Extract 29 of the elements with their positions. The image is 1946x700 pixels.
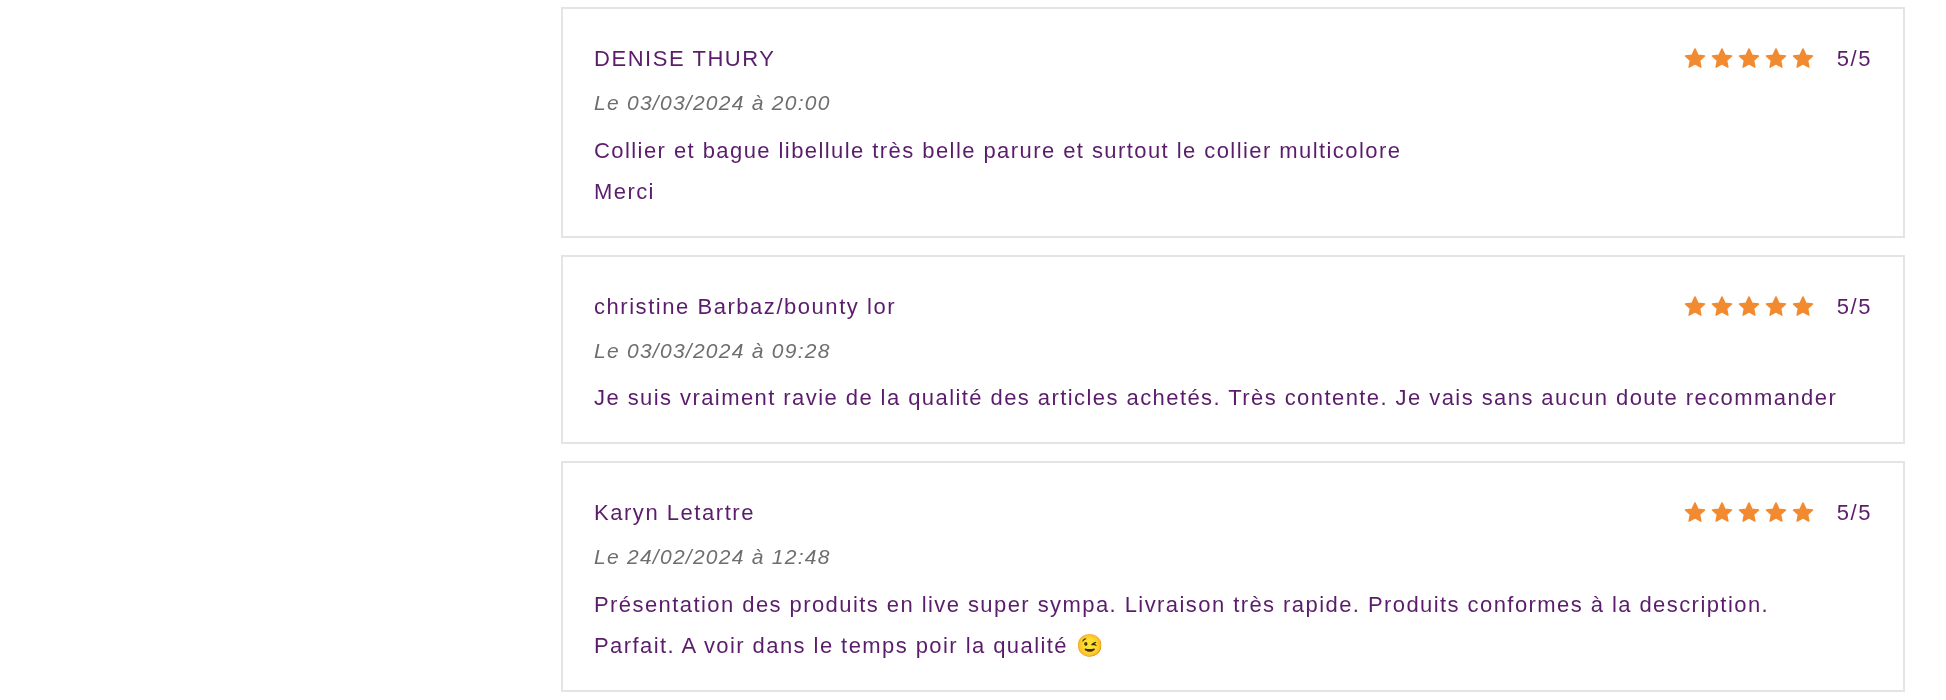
star-icon: [1791, 295, 1814, 317]
star-icon: [1710, 295, 1733, 317]
review-text: Parfait. A voir dans le temps poir la qualité 😉: [594, 631, 1105, 660]
reviewer-name: christine Barbaz/bounty lor: [594, 292, 897, 321]
star-icon: [1710, 502, 1733, 523]
rating-score: 5/5: [1836, 292, 1872, 321]
star-icon: [1764, 295, 1787, 317]
star-icon: [1764, 502, 1787, 523]
star-icon: [1764, 48, 1787, 69]
star-icon: [1683, 48, 1706, 69]
review-text: Collier et bague libellule très belle parure et surtout le collier multicolore: [594, 136, 1403, 165]
review-date: Le 03/03/2024 à 20:00: [594, 90, 832, 116]
reviewer-name: DENISE THURY: [594, 45, 776, 73]
star-icon: [1737, 502, 1760, 523]
star-icon: [1737, 48, 1760, 69]
star-icon: [1710, 48, 1733, 69]
review-text: Je suis vraiment ravie de la qualité des articles achetés. Très contente. Je vais sans aucun doute recommander: [594, 384, 1839, 412]
star-icon: [1791, 48, 1814, 69]
reviewer-name: Karyn Letartre: [594, 499, 755, 527]
review-text: Présentation des produits en live super sympa. Livraison très rapide. Produits conformes à la description.: [594, 590, 1771, 619]
review-date: Le 24/02/2024 à 12:48: [594, 544, 832, 570]
star-icon: [1683, 502, 1706, 523]
star-icon: [1683, 295, 1706, 317]
rating-score: 5/5: [1836, 45, 1872, 73]
review-date: Le 03/03/2024 à 09:28: [594, 337, 832, 364]
star-icon: [1791, 502, 1814, 523]
rating-score: 5/5: [1836, 499, 1872, 527]
review-text: Merci: [594, 177, 656, 206]
star-icon: [1737, 295, 1760, 317]
